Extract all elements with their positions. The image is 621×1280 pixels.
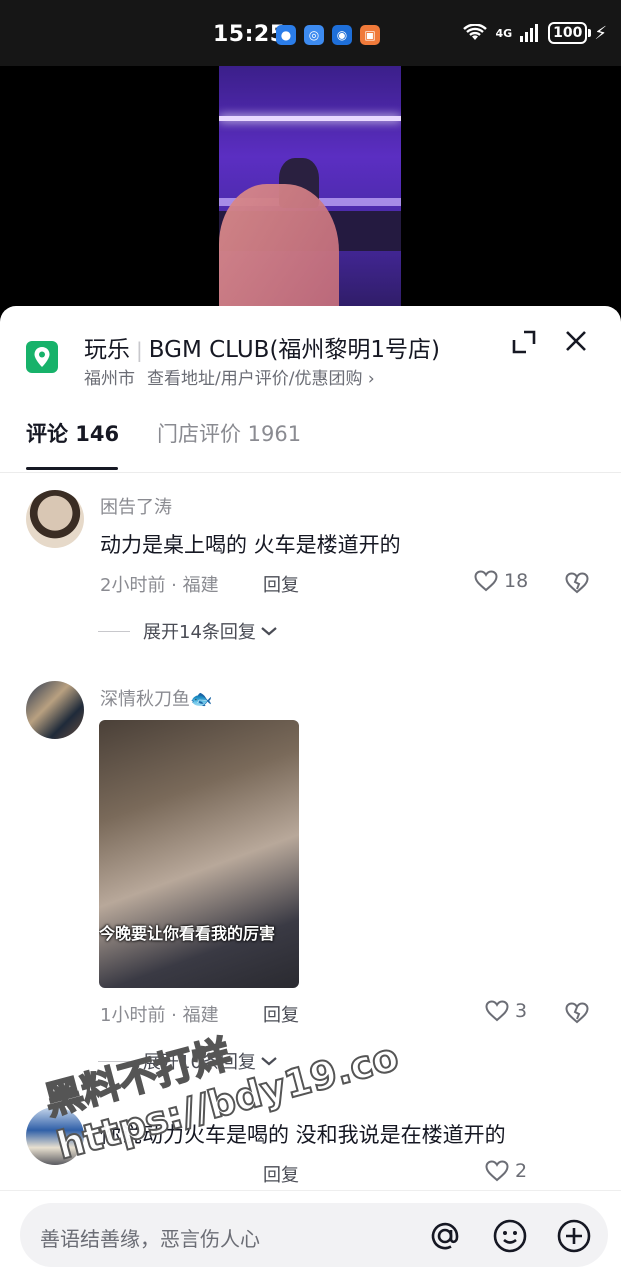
- wireless-app-icon: ◎: [304, 25, 324, 45]
- wifi-icon: [463, 24, 488, 40]
- tab-active-indicator: [26, 467, 118, 470]
- chevron-down-icon: [261, 1057, 277, 1066]
- poi-links: 查看地址/用户评价/优惠团购: [147, 369, 363, 389]
- at-mention-icon[interactable]: [426, 1217, 464, 1255]
- hand-foreground: [219, 184, 339, 326]
- expand-replies-button[interactable]: 展开10条回复: [98, 1048, 279, 1074]
- comment-meta: 1小时前 · 福建: [100, 1005, 219, 1026]
- comment-list[interactable]: 困告了涛 动力是桌上喝的 火车是楼道开的 2小时前 · 福建 回复 18 展开1…: [0, 474, 621, 1194]
- expand-icon[interactable]: [510, 328, 538, 356]
- battery-cap: [588, 29, 592, 37]
- reply-button[interactable]: 回复: [263, 1001, 299, 1027]
- charging-icon: ⚡: [594, 22, 607, 44]
- broken-heart-icon[interactable]: [565, 572, 589, 594]
- signal-icon: [520, 24, 539, 42]
- comment-text: 你说动力火车是喝的 没和我说是在楼道开的: [100, 1123, 506, 1147]
- comment-sheet: 玩乐 | BGM CLUB(福州黎明1号店) 福州市 查看地址/用户评价/优惠团购 ›…: [0, 306, 621, 1280]
- avatar[interactable]: [26, 1107, 84, 1165]
- status-time: 15:25: [213, 22, 286, 47]
- like-count: 3: [515, 1000, 528, 1022]
- video-player[interactable]: [0, 66, 621, 326]
- like-count: 18: [504, 570, 529, 592]
- comment-input-placeholder: 善语结善缘，恶言伤人心: [40, 1227, 260, 1251]
- like-count: 2: [515, 1160, 528, 1182]
- chevron-down-icon: [261, 627, 277, 636]
- like-button[interactable]: 18: [474, 570, 528, 592]
- expand-replies-label: 展开10条回复: [143, 1052, 256, 1073]
- reply-button[interactable]: 回复: [263, 1161, 299, 1187]
- poi-name: BGM CLUB(福州黎明1号店): [148, 337, 441, 363]
- reply-button[interactable]: 回复: [263, 571, 299, 597]
- avatar[interactable]: [26, 490, 84, 548]
- poi-separator: |: [136, 338, 143, 362]
- battery-indicator: 100 ⚡: [548, 22, 607, 44]
- divider-line: [98, 1060, 130, 1062]
- status-bar: 15:25 ● ◎ ◉ ▣ 4G 100 ⚡: [0, 0, 621, 66]
- browser-app-icon: ◉: [332, 25, 352, 45]
- comment-meta: 2小时前 · 福建: [100, 575, 219, 596]
- comment-input[interactable]: 善语结善缘，恶言伤人心: [20, 1203, 608, 1267]
- network-type: 4G: [495, 26, 513, 40]
- heart-icon: [485, 1160, 509, 1182]
- comment-username[interactable]: 深情秋刀鱼🐟: [100, 685, 212, 711]
- poi-title[interactable]: 玩乐 | BGM CLUB(福州黎明1号店): [84, 330, 440, 364]
- broken-heart-icon[interactable]: [565, 1002, 589, 1024]
- notification-icons: ● ◎ ◉ ▣: [276, 25, 380, 45]
- chevron-right-icon: ›: [367, 369, 375, 389]
- heart-icon: [485, 1000, 509, 1022]
- add-icon[interactable]: [555, 1217, 593, 1255]
- comment-input-bar: 善语结善缘，恶言伤人心: [0, 1190, 621, 1280]
- image-caption: 今晚要让你看看我的厉害: [99, 924, 276, 943]
- expand-replies-label: 展开14条回复: [143, 622, 256, 643]
- heart-icon: [474, 570, 498, 592]
- tab-comments[interactable]: 评论 146: [26, 418, 119, 448]
- divider-line: [98, 630, 130, 632]
- system-icons: 4G 100 ⚡: [463, 22, 607, 44]
- poi-subtitle[interactable]: 福州市 查看地址/用户评价/优惠团购 ›: [84, 364, 375, 389]
- avatar[interactable]: [26, 681, 84, 739]
- comment-text: 动力是桌上喝的 火车是楼道开的: [100, 533, 401, 557]
- tab-bar: 评论 146 门店评价 1961: [0, 406, 621, 473]
- stage-light: [219, 116, 401, 121]
- like-button[interactable]: 3: [485, 1000, 527, 1022]
- poi-city: 福州市: [84, 369, 135, 389]
- comment-username[interactable]: 困告了涛: [100, 493, 172, 519]
- comment-image[interactable]: 今晚要让你看看我的厉害: [99, 720, 299, 988]
- message-app-icon: ●: [276, 25, 296, 45]
- expand-replies-button[interactable]: 展开14条回复: [98, 618, 279, 644]
- location-pin-icon: [26, 341, 58, 373]
- battery-level: 100: [548, 22, 588, 44]
- photo-app-icon: ▣: [360, 25, 380, 45]
- tab-store-reviews[interactable]: 门店评价 1961: [157, 418, 301, 448]
- like-button[interactable]: 2: [485, 1160, 527, 1182]
- video-frame[interactable]: [219, 66, 401, 326]
- close-icon[interactable]: [563, 328, 589, 354]
- poi-category: 玩乐: [84, 337, 130, 363]
- emoji-icon[interactable]: [491, 1217, 529, 1255]
